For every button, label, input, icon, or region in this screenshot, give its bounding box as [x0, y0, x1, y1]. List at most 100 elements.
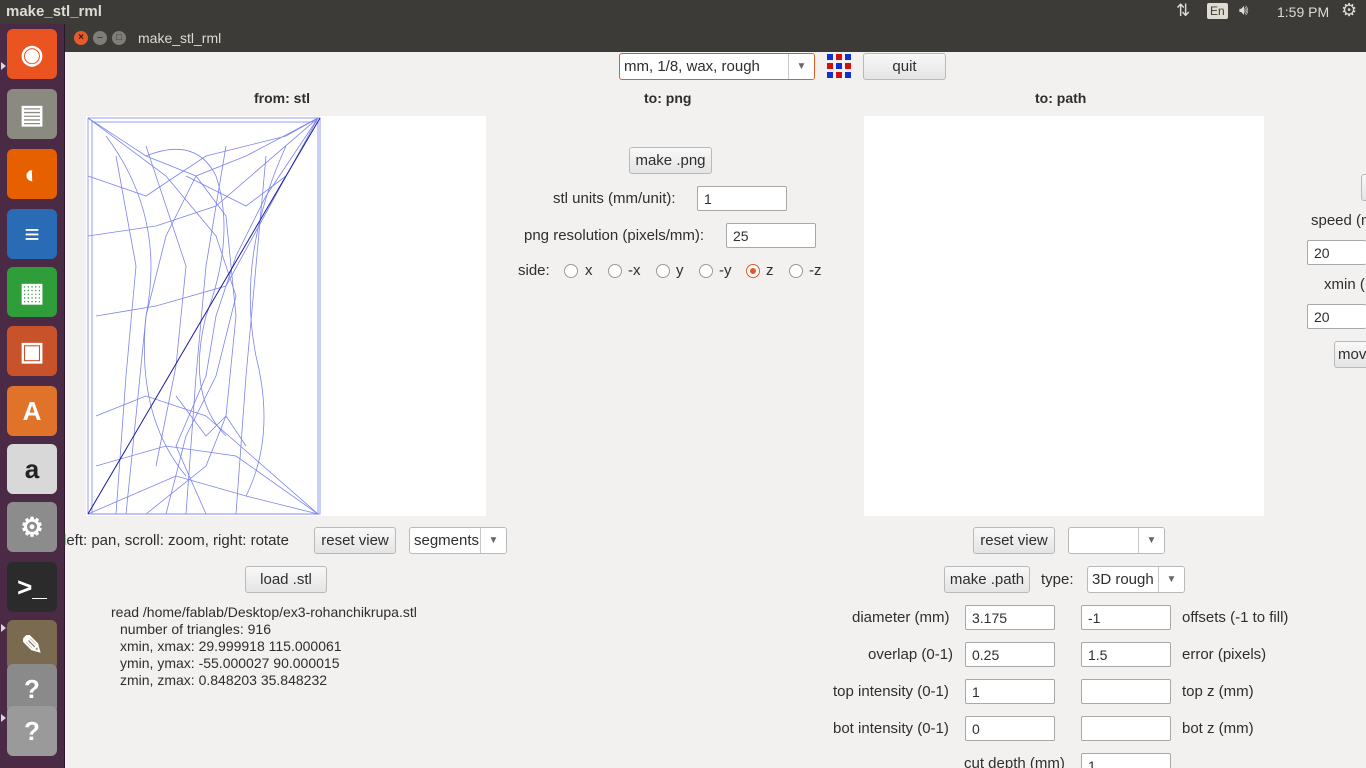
active-app-title: make_stl_rml [6, 3, 102, 20]
stl-render-select-value: segments [414, 532, 480, 549]
path-view-select[interactable]: ▼ [1068, 527, 1165, 554]
launcher-files-icon[interactable]: ▤ [7, 89, 57, 139]
side-radio-neg-z-label: -z [809, 262, 822, 279]
window-title: make_stl_rml [138, 30, 222, 46]
bot-z-input[interactable] [1081, 716, 1171, 741]
launcher-ubuntu-dash-icon[interactable]: ◉ [7, 29, 57, 79]
keyboard-language-indicator[interactable]: En [1207, 3, 1228, 19]
side-radio-neg-y[interactable] [699, 264, 713, 278]
png-resolution-label: png resolution (pixels/mm): [524, 227, 705, 244]
system-gear-icon[interactable]: ⚙ [1341, 0, 1357, 21]
process-select[interactable]: mm, 1/8, wax, rough ▼ [619, 53, 815, 80]
top-z-label: top z (mm) [1182, 683, 1254, 700]
overlap-input[interactable] [965, 642, 1055, 667]
chevron-down-icon: ▼ [480, 528, 506, 553]
offsets-input[interactable] [1081, 605, 1171, 630]
path-reset-view-button[interactable]: reset view [973, 527, 1055, 554]
launcher-system-settings-icon[interactable]: ⚙ [7, 502, 57, 552]
top-intensity-label: top intensity (0-1) [833, 683, 949, 700]
volume-icon[interactable]: 🔊︎ [1239, 2, 1248, 19]
path-type-label: type: [1041, 571, 1074, 588]
move-button[interactable]: mov [1334, 341, 1366, 368]
stl-render-select[interactable]: segments ▼ [409, 527, 507, 554]
speed-label: speed (m [1311, 212, 1366, 229]
fab-logo-icon [827, 54, 851, 78]
offsets-label: offsets (-1 to fill) [1182, 609, 1289, 626]
launcher-software-center-icon[interactable]: A [7, 386, 57, 436]
launcher-impress-icon[interactable]: ▣ [7, 326, 57, 376]
launcher-firefox-icon[interactable]: ◐ [7, 149, 57, 199]
side-radio-neg-x[interactable] [608, 264, 622, 278]
launcher: ◉ ▤ ◐ ≡ ▦ ▣ Aa ⚙ >_ ✎?? [0, 24, 65, 768]
overlap-label: overlap (0-1) [868, 646, 954, 663]
chevron-down-icon: ▼ [1138, 528, 1164, 553]
stl-file-path: read /home/fablab/Desktop/ex3-rohanchikr… [111, 604, 417, 620]
path-panel-heading: to: path [1035, 90, 1087, 106]
png-panel-heading: to: png [644, 90, 692, 106]
launcher-terminal-icon[interactable]: >_ [7, 562, 57, 612]
side-radio-z[interactable] [746, 264, 760, 278]
running-indicator [1, 714, 6, 722]
side-radio-y-label: y [676, 262, 684, 279]
quit-button[interactable]: quit [863, 53, 946, 80]
clock[interactable]: 1:59 PM [1277, 4, 1329, 20]
error-label: error (pixels) [1182, 646, 1267, 663]
window-close-button[interactable]: × [74, 31, 88, 45]
path-type-select[interactable]: 3D rough ▼ [1087, 566, 1185, 593]
make-path-button[interactable]: make .path [944, 566, 1030, 593]
speed-input[interactable] [1307, 240, 1366, 265]
bot-z-label: bot z (mm) [1182, 720, 1254, 737]
window-maximize-button[interactable]: □ [112, 31, 126, 45]
bot-intensity-label: bot intensity (0-1) [833, 720, 949, 737]
cut-depth-label: cut depth (mm) [964, 755, 1065, 768]
side-label: side: [518, 262, 550, 279]
stl-view-hint: left: pan, scroll: zoom, right: rotate [63, 532, 289, 549]
window-minimize-button[interactable]: – [93, 31, 107, 45]
stl-reset-view-button[interactable]: reset view [314, 527, 396, 554]
side-radio-neg-x-label: -x [628, 262, 641, 279]
stl-view-canvas[interactable] [86, 116, 486, 516]
launcher-calc-icon[interactable]: ▦ [7, 267, 57, 317]
running-indicator [1, 62, 6, 70]
side-radio-z-label: z [766, 262, 774, 279]
stl-x-range: xmin, xmax: 29.999918 115.000061 [120, 638, 342, 654]
bot-intensity-input[interactable] [965, 716, 1055, 741]
error-input[interactable] [1081, 642, 1171, 667]
running-indicator [1, 624, 6, 632]
path-view-canvas[interactable] [864, 116, 1264, 516]
cut-depth-input[interactable] [1081, 753, 1171, 768]
load-stl-button[interactable]: load .stl [245, 566, 327, 593]
diameter-label: diameter (mm) [852, 609, 950, 626]
stl-panel-heading: from: stl [254, 90, 310, 106]
machine-send-button[interactable] [1361, 174, 1366, 201]
png-resolution-input[interactable] [726, 223, 816, 248]
top-z-input[interactable] [1081, 679, 1171, 704]
path-type-select-value: 3D rough [1092, 571, 1154, 588]
chevron-down-icon: ▼ [788, 54, 814, 79]
network-icon[interactable]: ⇅ [1176, 1, 1190, 21]
make-png-button[interactable]: make .png [629, 147, 712, 174]
diameter-input[interactable] [965, 605, 1055, 630]
stl-mesh-render [87, 117, 321, 515]
launcher-amazon-icon[interactable]: a [7, 444, 57, 494]
stl-z-range: zmin, zmax: 0.848203 35.848232 [120, 672, 328, 688]
side-radio-y[interactable] [656, 264, 670, 278]
stl-triangle-count: number of triangles: 916 [120, 621, 271, 637]
xmin-input[interactable] [1307, 304, 1366, 329]
side-radio-neg-z[interactable] [789, 264, 803, 278]
launcher-unknown-app-2-icon[interactable]: ? [7, 706, 57, 756]
side-radio-x[interactable] [564, 264, 578, 278]
process-select-value: mm, 1/8, wax, rough [624, 58, 760, 75]
stl-units-label: stl units (mm/unit): [553, 190, 676, 207]
window-titlebar[interactable]: × – □ make_stl_rml [65, 24, 1366, 52]
launcher-writer-icon[interactable]: ≡ [7, 209, 57, 259]
top-intensity-input[interactable] [965, 679, 1055, 704]
stl-file-info: read /home/fablab/Desktop/ex3-rohanchikr… [111, 604, 417, 689]
xmin-label: xmin ( [1324, 276, 1365, 293]
launcher-gimp-icon[interactable]: ✎ [7, 620, 57, 670]
chevron-down-icon: ▼ [1158, 567, 1184, 592]
side-radio-neg-y-label: -y [719, 262, 732, 279]
side-radio-x-label: x [585, 262, 593, 279]
stl-y-range: ymin, ymax: -55.000027 90.000015 [120, 655, 340, 671]
stl-units-input[interactable] [697, 186, 787, 211]
